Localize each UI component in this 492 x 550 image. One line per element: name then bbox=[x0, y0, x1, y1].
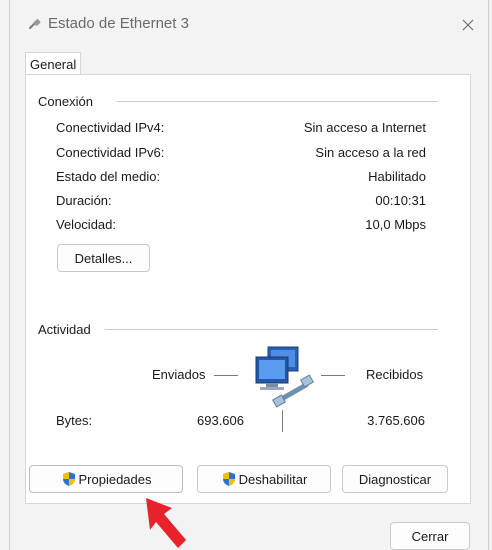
uac-shield-icon bbox=[222, 472, 235, 486]
connection-group-line bbox=[117, 101, 438, 102]
window-border-left bbox=[9, 0, 10, 550]
bytes-label: Bytes: bbox=[56, 413, 93, 428]
connection-group-label: Conexión bbox=[38, 94, 93, 109]
properties-button-label: Propiedades bbox=[78, 471, 152, 487]
close-icon bbox=[462, 19, 474, 31]
duration-value: 00:10:31 bbox=[375, 193, 426, 208]
general-panel bbox=[25, 74, 471, 504]
activity-group-label: Actividad bbox=[38, 322, 91, 337]
details-button[interactable]: Detalles... bbox=[57, 244, 150, 272]
ethernet-status-dialog: Estado de Ethernet 3 General Conexión Co… bbox=[0, 0, 492, 550]
ipv4-label: Conectividad IPv4: bbox=[56, 120, 165, 135]
disable-button[interactable]: Deshabilitar bbox=[197, 465, 331, 493]
red-arrow-annotation bbox=[146, 498, 186, 548]
media-state-value: Habilitado bbox=[368, 169, 426, 184]
speed-label: Velocidad: bbox=[56, 217, 116, 232]
close-button[interactable]: Cerrar bbox=[390, 522, 470, 550]
sent-label: Enviados bbox=[152, 367, 206, 382]
ipv4-value: Sin acceso a Internet bbox=[303, 120, 426, 135]
uac-shield-icon bbox=[62, 472, 75, 486]
received-dash bbox=[321, 375, 345, 376]
sent-dash bbox=[214, 375, 238, 376]
close-window-button[interactable] bbox=[455, 12, 481, 38]
window-title: Estado de Ethernet 3 bbox=[48, 15, 189, 32]
diagnose-button[interactable]: Diagnosticar bbox=[342, 465, 448, 493]
tab-general[interactable]: General bbox=[25, 52, 81, 75]
ethernet-cable-icon bbox=[29, 19, 41, 29]
bytes-received-value: 3.765.606 bbox=[367, 413, 425, 428]
media-state-label: Estado del medio: bbox=[56, 169, 161, 184]
activity-divider bbox=[282, 410, 283, 432]
network-computers-icon bbox=[255, 346, 315, 408]
ipv6-value: Sin acceso a la red bbox=[315, 145, 426, 160]
properties-button[interactable]: Propiedades bbox=[29, 465, 183, 493]
bytes-sent-value: 693.606 bbox=[197, 413, 244, 428]
speed-value: 10,0 Mbps bbox=[365, 217, 426, 232]
received-label: Recibidos bbox=[366, 367, 424, 382]
ipv6-label: Conectividad IPv6: bbox=[56, 145, 165, 160]
window-border-right bbox=[488, 0, 489, 550]
activity-group-line bbox=[105, 329, 438, 330]
duration-label: Duración: bbox=[56, 193, 112, 208]
disable-button-label: Deshabilitar bbox=[238, 471, 308, 487]
